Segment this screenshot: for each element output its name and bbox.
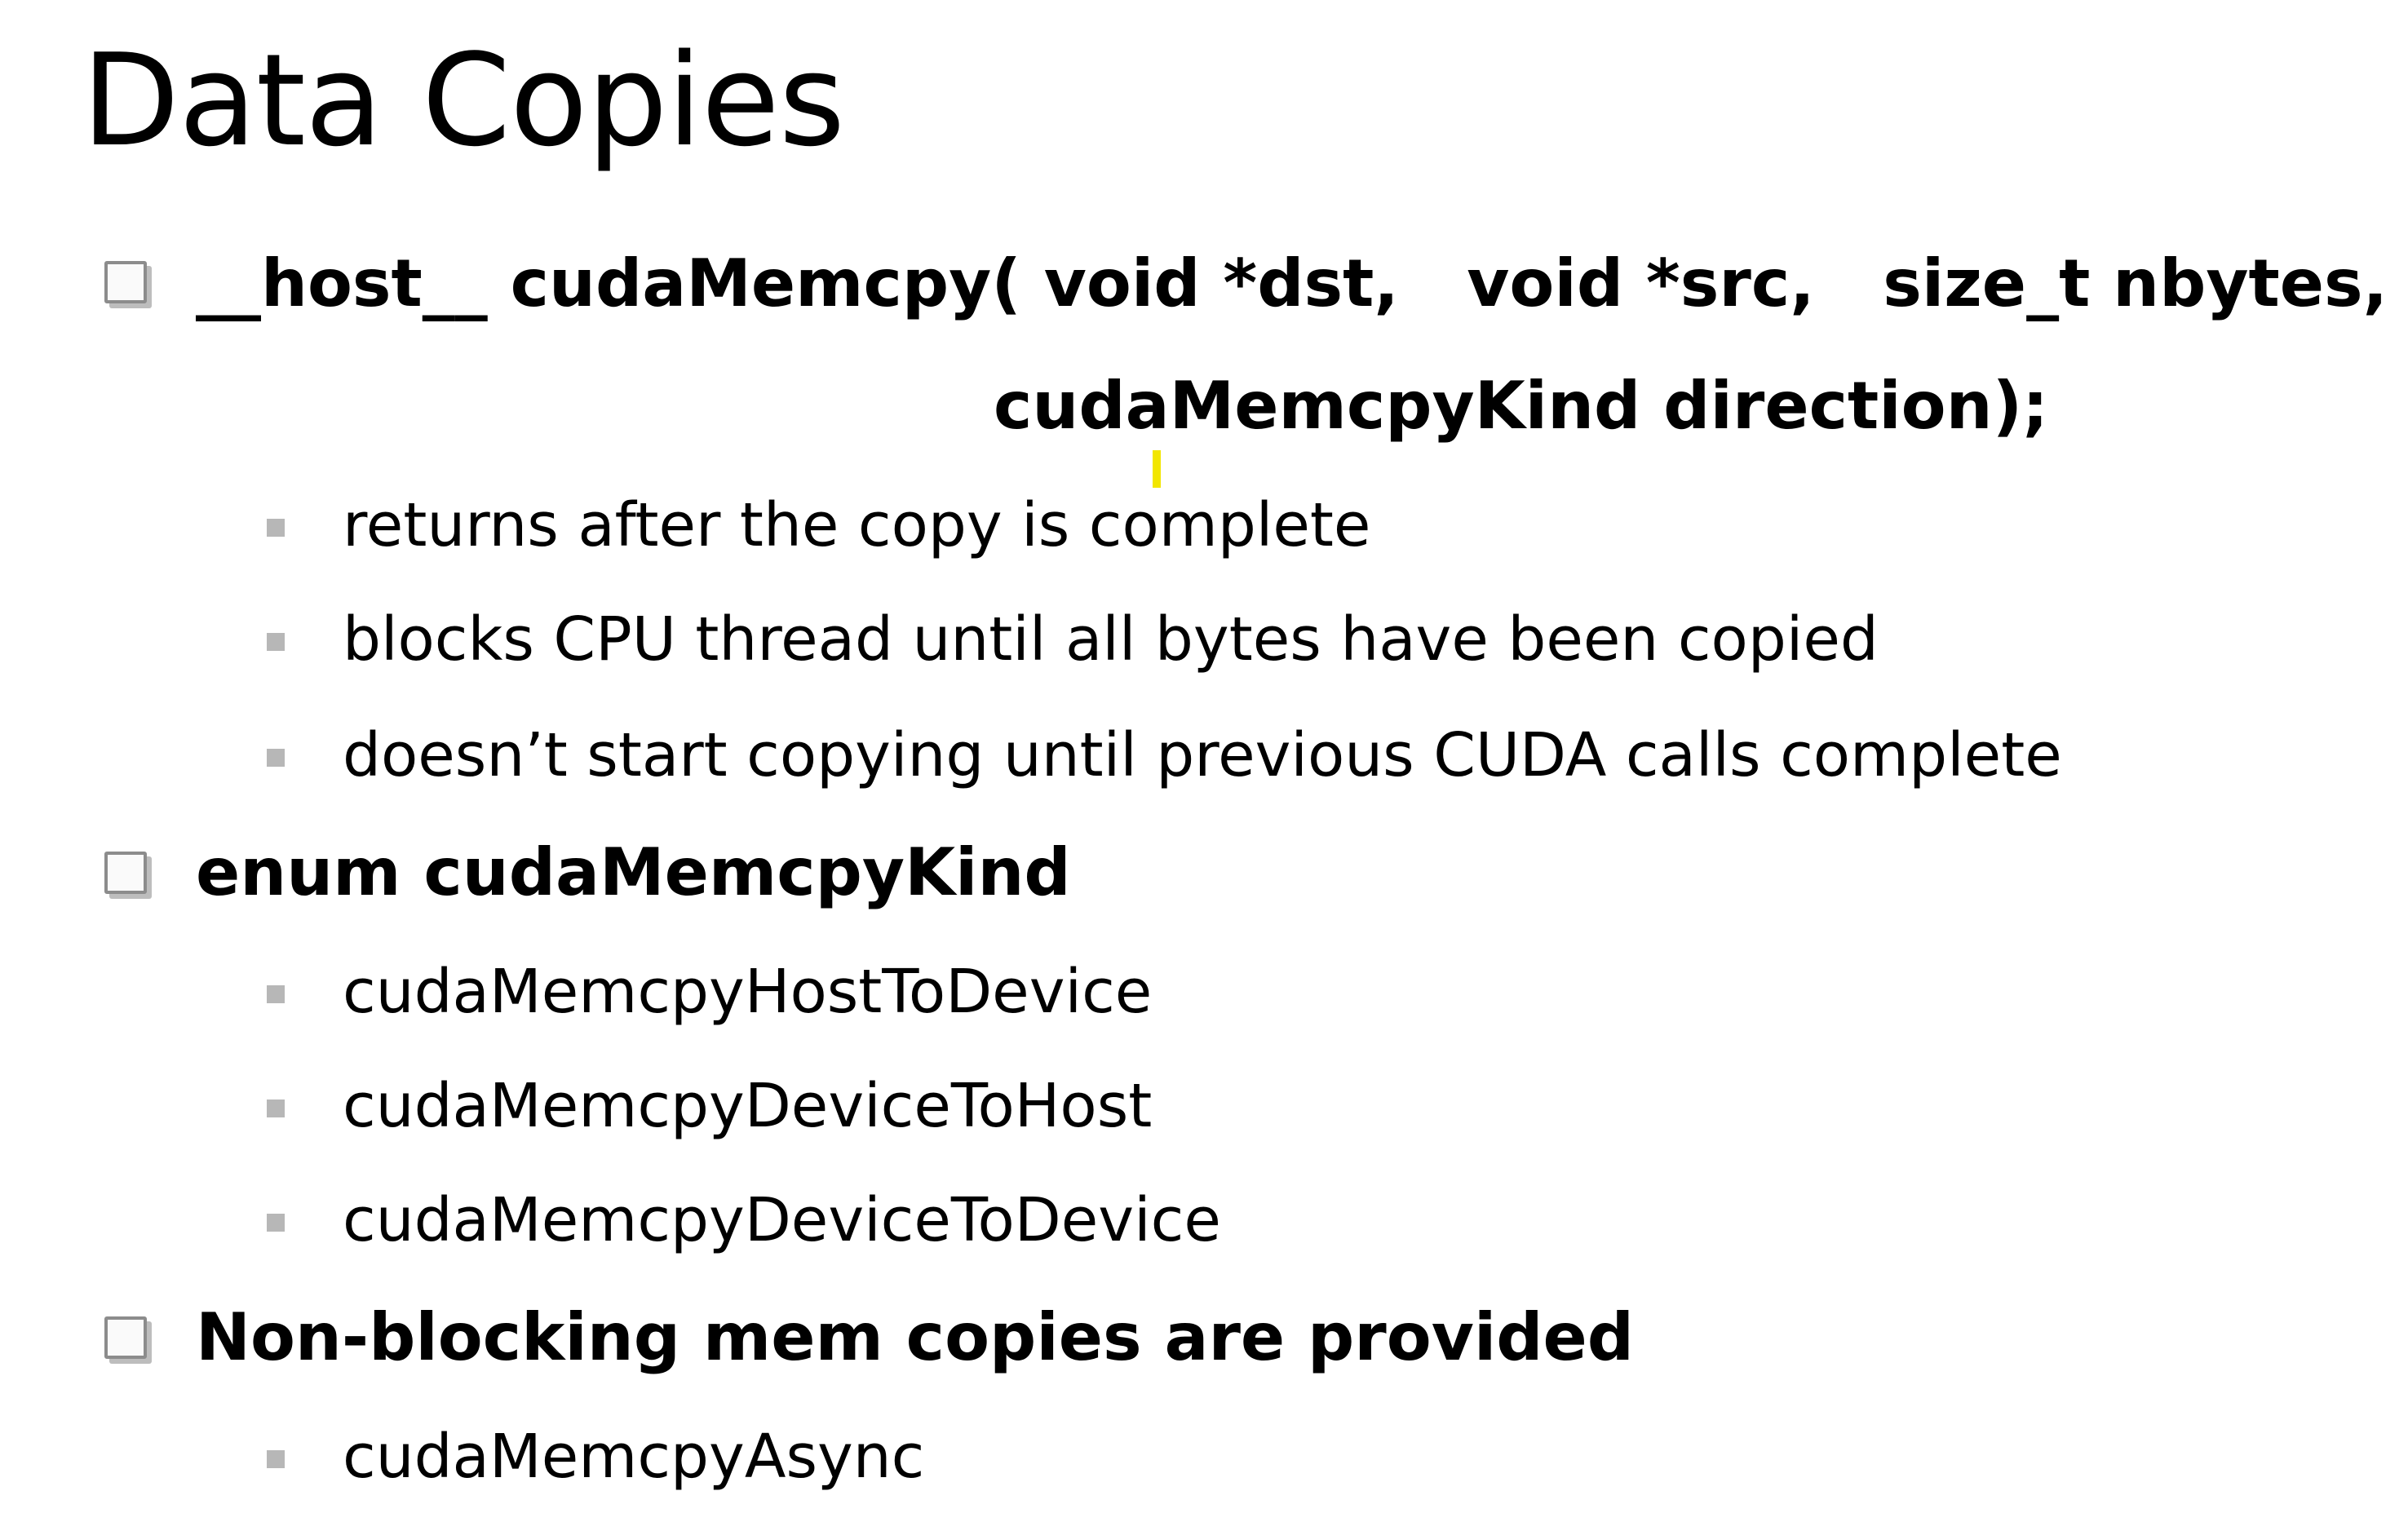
memcpy-note-blocks: blocks CPU thread until all bytes have b… xyxy=(343,604,1879,675)
enum-heading: enum cudaMemcpyKind xyxy=(196,834,1071,910)
square-bullet-icon xyxy=(267,633,285,651)
nonblocking-heading: Non-blocking mem copies are provided xyxy=(196,1299,1635,1375)
checkbox-bullet-icon xyxy=(104,1316,147,1359)
async-function-name: cudaMemcpyAsync xyxy=(343,1422,925,1492)
square-bullet-icon xyxy=(267,1099,285,1117)
enum-value-host-to-device: cudaMemcpyHostToDevice xyxy=(343,957,1153,1027)
slide-title: Data Copies xyxy=(82,26,845,175)
checkbox-bullet-icon xyxy=(104,852,147,894)
memcpy-signature-line-2: cudaMemcpyKind direction); xyxy=(994,368,2049,444)
memcpy-note-returns: returns after the copy is complete xyxy=(343,490,1371,560)
square-bullet-icon xyxy=(267,985,285,1003)
text-cursor-icon xyxy=(1153,450,1161,488)
enum-value-device-to-device: cudaMemcpyDeviceToDevice xyxy=(343,1185,1221,1255)
square-bullet-icon xyxy=(267,519,285,537)
memcpy-signature-line-1: __host__ cudaMemcpy( void *dst, void *sr… xyxy=(196,246,2388,321)
memcpy-note-ordering: doesn’t start copying until previous CUD… xyxy=(343,720,2062,790)
square-bullet-icon xyxy=(267,1214,285,1232)
square-bullet-icon xyxy=(267,1450,285,1468)
square-bullet-icon xyxy=(267,749,285,767)
enum-value-device-to-host: cudaMemcpyDeviceToHost xyxy=(343,1071,1153,1141)
checkbox-bullet-icon xyxy=(104,261,147,303)
